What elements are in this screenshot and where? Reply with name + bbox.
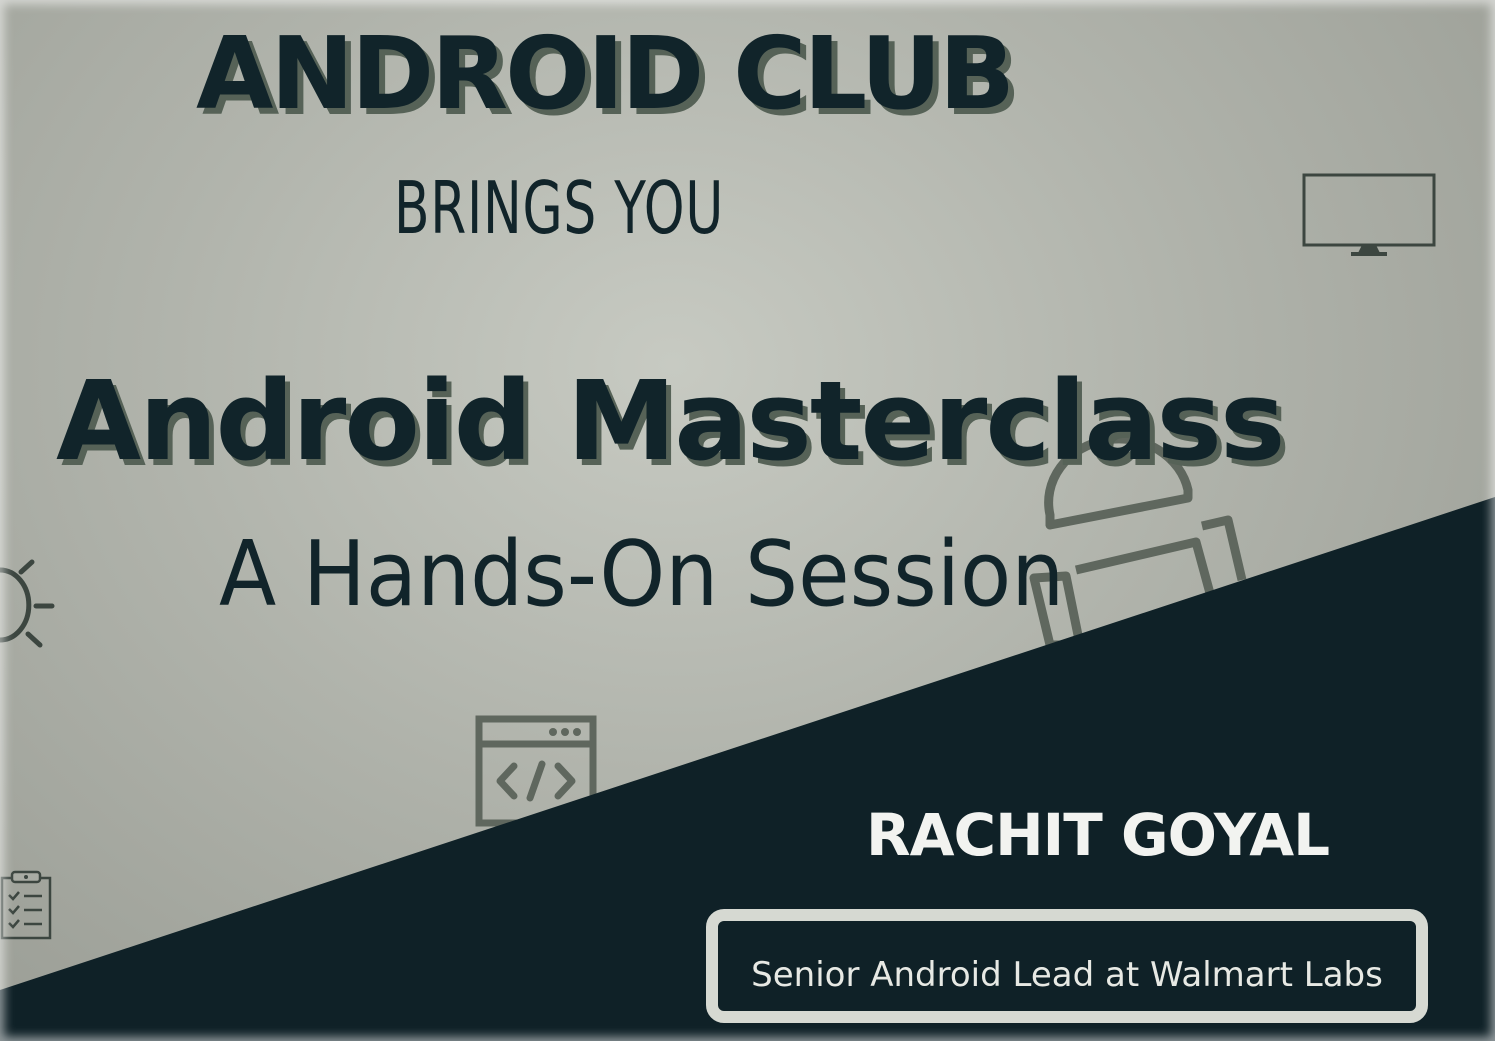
club-title: ANDROID CLUB [196,15,1015,132]
event-subtitle: A Hands-On Session [219,522,1065,627]
brings-you-tagline: BRINGS YOU [394,166,724,250]
event-title: Android Masterclass [56,357,1285,485]
sun-icon [0,559,55,648]
clipboard-checklist-icon [0,870,52,940]
monitor-icon [1302,173,1436,256]
speaker-role-badge: Senior Android Lead at Walmart Labs [706,909,1428,1023]
event-poster: ANDROID CLUB BRINGS YOU Android Mastercl… [0,0,1495,1041]
speaker-role: Senior Android Lead at Walmart Labs [751,955,1383,995]
dark-diagonal-panel [0,497,1495,1041]
speaker-name: RACHIT GOYAL [866,801,1330,869]
